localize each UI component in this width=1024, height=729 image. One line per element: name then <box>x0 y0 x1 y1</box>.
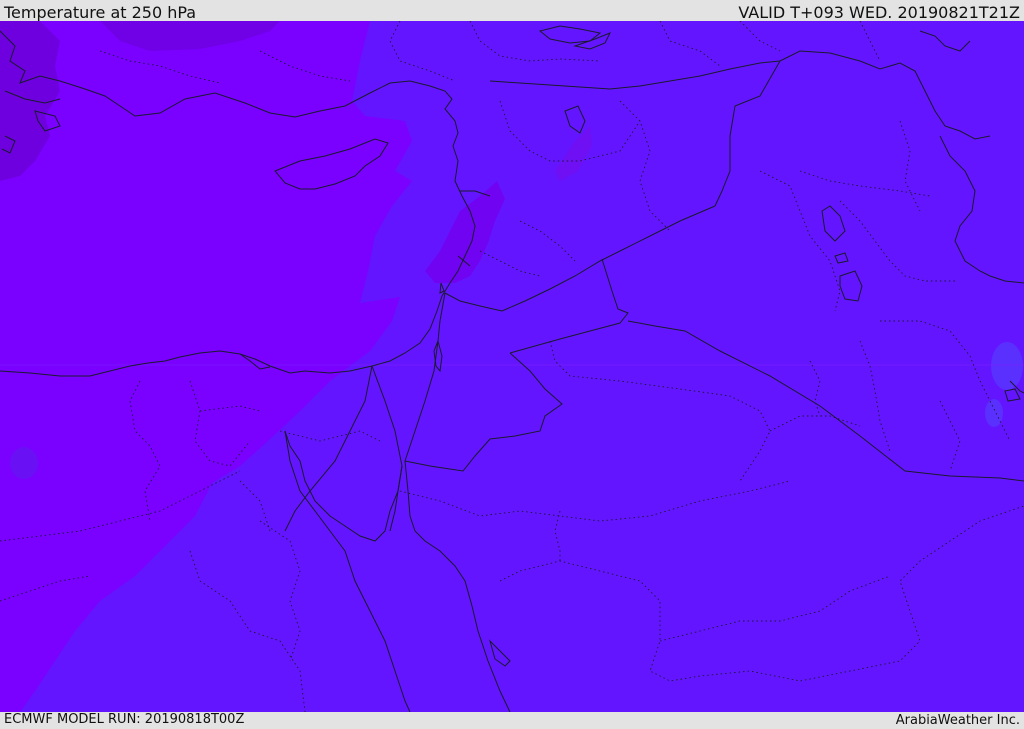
map-title: Temperature at 250 hPa <box>4 3 197 22</box>
model-run-label: ECMWF MODEL RUN: 20190818T00Z <box>4 712 245 727</box>
footer-bar: ECMWF MODEL RUN: 20190818T00Z ArabiaWeat… <box>0 712 1024 729</box>
map-svg <box>0 21 1024 712</box>
map-window: Temperature at 250 hPa VALID T+093 WED. … <box>0 0 1024 729</box>
cool-patch-west <box>10 447 38 479</box>
valid-time-label: VALID T+093 WED. 20190821T21Z <box>738 3 1020 22</box>
header-bar: Temperature at 250 hPa VALID T+093 WED. … <box>0 0 1024 22</box>
cool-patch-east <box>991 342 1023 390</box>
map-canvas[interactable] <box>0 21 1024 712</box>
cool-patch-east-2 <box>985 399 1003 427</box>
credit-label: ArabiaWeather Inc. <box>895 713 1020 728</box>
